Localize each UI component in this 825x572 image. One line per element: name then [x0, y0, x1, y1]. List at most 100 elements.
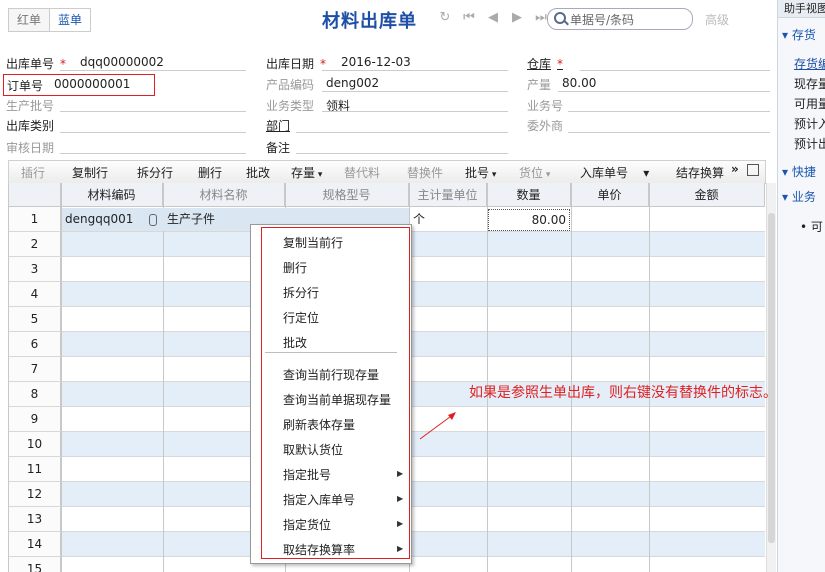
- first-record-icon[interactable]: ⏮: [460, 10, 478, 25]
- attachment-icon[interactable]: [149, 214, 157, 226]
- warehouse-label[interactable]: 仓库 *: [527, 55, 563, 72]
- stock-dropdown[interactable]: 存量: [291, 164, 322, 181]
- shortcut-section[interactable]: ▾ 快捷: [782, 163, 816, 180]
- location-dropdown[interactable]: 货位: [519, 164, 550, 181]
- remark-field[interactable]: [296, 153, 508, 154]
- row1-unit[interactable]: 个: [413, 207, 425, 231]
- row1-code[interactable]: dengqq001: [65, 207, 133, 231]
- col-header-price[interactable]: 单价: [571, 183, 649, 207]
- out-type-field[interactable]: [60, 132, 246, 133]
- delete-row-button[interactable]: 删行: [198, 164, 222, 181]
- warehouse-field[interactable]: [580, 70, 770, 71]
- product-code-label: 产品编码: [266, 78, 315, 92]
- col-header-name[interactable]: 材料名称: [163, 183, 285, 207]
- prev-record-icon[interactable]: ◀: [484, 10, 502, 25]
- remark-label: 备注: [266, 141, 291, 155]
- submenu-item[interactable]: 指定入库单号: [283, 491, 355, 508]
- tab-red[interactable]: 红单: [8, 8, 51, 32]
- batch-field[interactable]: [60, 111, 246, 112]
- replace-button[interactable]: 替换件: [407, 164, 443, 181]
- menu-item[interactable]: 拆分行: [283, 284, 319, 301]
- submenu-item[interactable]: 取结存换算率: [283, 541, 355, 558]
- audit-date-field: [60, 153, 246, 154]
- submenu-arrow-icon: ▶: [397, 519, 404, 528]
- advanced-search-link[interactable]: 高级: [705, 11, 729, 28]
- batch-edit-button[interactable]: 批改: [246, 164, 270, 181]
- menu-item[interactable]: 查询当前行现存量: [283, 366, 379, 383]
- menu-item[interactable]: 删行: [283, 259, 307, 276]
- refresh-icon[interactable]: ↻: [436, 10, 454, 25]
- tab-blue[interactable]: 蓝单: [50, 8, 92, 32]
- submenu-arrow-icon: ▶: [397, 544, 404, 553]
- row1-qty-input[interactable]: 80.00: [488, 209, 570, 231]
- annotation-arrow: [419, 412, 456, 440]
- out-date-label: 出库日期 *: [266, 57, 327, 71]
- panel-item-expected-out: 预计出: [794, 137, 825, 151]
- table-scrollbar[interactable]: [766, 183, 776, 572]
- order-no-label: 订单号: [7, 79, 44, 93]
- stock-section[interactable]: ▾ 存货: [782, 26, 816, 43]
- context-menu: 复制当前行删行拆分行行定位批改查询当前行现存量 查询当前单据现存量 刷新表体存量 取默…: [250, 224, 412, 564]
- row-number: 14: [9, 532, 61, 556]
- col-header-code[interactable]: 材料编码: [61, 183, 163, 207]
- dept-field[interactable]: [296, 132, 508, 133]
- output-field[interactable]: 80.00: [562, 76, 596, 90]
- doc-tabs: 红单 蓝单: [8, 8, 92, 32]
- search-icon: [554, 12, 566, 24]
- insert-row-button[interactable]: 插行: [21, 164, 45, 181]
- submenu-arrow-icon: ▶: [397, 469, 404, 478]
- menu-item[interactable]: 取默认货位: [283, 441, 343, 458]
- menu-item[interactable]: 刷新表体存量: [283, 416, 355, 433]
- doc-no-field[interactable]: dqq00000002: [80, 55, 164, 69]
- col-header-spec[interactable]: 规格型号: [285, 183, 409, 207]
- panel-item-expected-in: 预计入: [794, 117, 825, 131]
- doc-no-label: 出库单号 *: [6, 57, 67, 71]
- search-placeholder: 单据号/条码: [570, 13, 635, 27]
- split-row-button[interactable]: 拆分行: [137, 164, 173, 181]
- submenu-item[interactable]: 指定货位: [283, 516, 331, 533]
- substitute-button[interactable]: 替代料: [344, 164, 380, 181]
- inbound-no-dropdown[interactable]: 入库单号 ▾: [580, 164, 649, 181]
- more-toolbar-icon[interactable]: »: [731, 162, 739, 176]
- next-record-icon[interactable]: ▶: [508, 10, 526, 25]
- row-number: 7: [9, 357, 61, 381]
- biz-type-label: 业务类型: [266, 99, 315, 113]
- menu-item[interactable]: 复制当前行: [283, 234, 343, 251]
- audit-date-label: 审核日期: [6, 141, 55, 155]
- col-header-unit[interactable]: 主计量单位: [409, 183, 487, 207]
- search-box[interactable]: 单据号/条码: [547, 8, 693, 30]
- outsource-field: [568, 132, 770, 133]
- grid-settings-icon[interactable]: [747, 164, 759, 176]
- row-number: 13: [9, 507, 61, 531]
- stock-code-link[interactable]: 存货编: [794, 55, 825, 72]
- row-number: 10: [9, 432, 61, 456]
- row-number: 1: [9, 207, 61, 231]
- record-nav: ↻ ⏮ ◀ ▶ ⏭: [436, 10, 550, 25]
- col-header-qty[interactable]: 数量: [487, 183, 571, 207]
- batch-no-dropdown[interactable]: 批号: [465, 164, 496, 181]
- menu-separator: [265, 352, 397, 353]
- batch-label: 生产批号: [6, 99, 55, 113]
- submenu-item[interactable]: 指定批号: [283, 466, 331, 483]
- chevron-down-icon: ▾: [782, 190, 789, 204]
- out-date-field[interactable]: 2016-12-03: [341, 55, 411, 69]
- output-label: 产量: [527, 78, 552, 92]
- order-no-field[interactable]: 0000000001: [54, 77, 130, 91]
- dept-label[interactable]: 部门: [266, 117, 290, 134]
- row1-name[interactable]: 生产子件: [167, 207, 215, 231]
- menu-item[interactable]: 行定位: [283, 309, 319, 326]
- row-number: 2: [9, 232, 61, 256]
- biz-no-label: 业务号: [527, 99, 564, 113]
- settle-convert-button[interactable]: 结存换算: [676, 164, 724, 181]
- page-title: 材料出库单: [322, 11, 417, 32]
- annotation-text: 如果是参照生单出库，则右键没有替换件的标志。: [469, 385, 777, 401]
- product-code-field[interactable]: deng002: [326, 76, 379, 90]
- row-number: 8: [9, 382, 61, 406]
- menu-item[interactable]: 批改: [283, 334, 307, 351]
- business-section[interactable]: ▾ 业务: [782, 188, 816, 205]
- panel-item-onhand: 现存量: [794, 77, 825, 91]
- copy-row-button[interactable]: 复制行: [72, 164, 108, 181]
- menu-item[interactable]: 查询当前单据现存量: [283, 391, 391, 408]
- panel-bullet: • 可: [800, 220, 823, 234]
- col-header-amount[interactable]: 金额: [649, 183, 765, 207]
